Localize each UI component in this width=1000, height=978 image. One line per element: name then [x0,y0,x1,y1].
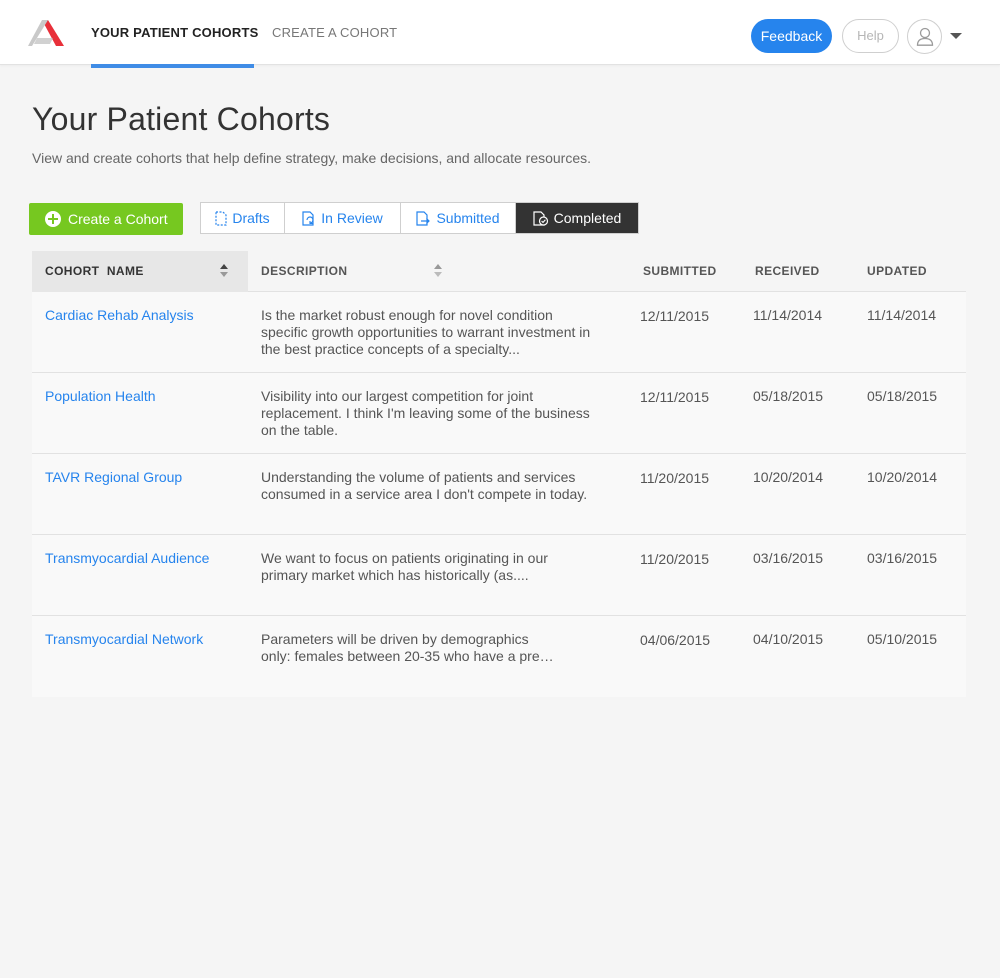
cohort-name-link[interactable]: TAVR Regional Group [45,469,182,485]
submitted-date: 12/11/2015 [640,389,710,405]
submitted-date: 11/20/2015 [640,551,710,567]
received-date: 03/16/2015 [753,550,824,566]
filter-drafts-button[interactable]: Drafts [201,203,285,233]
submitted-doc-icon [416,210,431,226]
filter-label: Drafts [232,210,270,226]
cohort-description: We want to focus on patients originating… [261,550,548,583]
table-row: Transmyocardial Audience We want to focu… [32,535,966,616]
feedback-button[interactable]: Feedback [751,19,832,53]
updated-date: 11/14/2014 [867,307,937,323]
column-header-updated: UPDATED [867,264,927,278]
completed-doc-icon [533,210,548,226]
plus-circle-icon [45,211,61,227]
filter-submitted-button[interactable]: Submitted [401,203,516,233]
filter-label: In Review [321,210,383,226]
cohort-name-link[interactable]: Population Health [45,388,156,404]
column-header-description[interactable]: DESCRIPTION [248,251,448,292]
filter-in-review-button[interactable]: In Review [285,203,401,233]
submitted-date: 04/06/2015 [640,632,711,648]
table-row: TAVR Regional Group Understanding the vo… [32,454,966,535]
column-label: DESCRIPTION [261,264,348,278]
filter-completed-button[interactable]: Completed [516,203,638,233]
brand-logo[interactable] [28,20,64,46]
create-cohort-button[interactable]: Create a Cohort [29,203,183,235]
filter-label: Completed [553,210,622,226]
updated-date: 05/18/2015 [867,388,938,404]
cohort-description: Understanding the volume of patients and… [261,469,588,502]
table-header: COHORT NAME DESCRIPTION SUBMITTED RECEIV… [32,251,966,292]
received-date: 10/20/2014 [753,469,824,485]
cohort-name-link[interactable]: Transmyocardial Audience [45,550,209,566]
submitted-date: 12/11/2015 [640,308,710,324]
create-cohort-label: Create a Cohort [68,211,168,227]
tab-create-a-cohort[interactable]: CREATE A COHORT [272,0,397,65]
table-row: Cardiac Rehab Analysis Is the market rob… [32,292,966,373]
table-row: Transmyocardial Network Parameters will … [32,616,966,697]
draft-doc-icon [215,210,227,226]
received-date: 04/10/2015 [753,631,824,647]
status-filter-group: Drafts In Review Submitted Completed [200,202,639,234]
user-icon [916,27,934,46]
received-date: 05/18/2015 [753,388,824,404]
help-button[interactable]: Help [842,19,899,53]
table-row: Population Health Visibility into our la… [32,373,966,454]
user-avatar[interactable] [907,19,942,54]
top-navigation-bar: YOUR PATIENT COHORTS CREATE A COHORT Fee… [0,0,1000,68]
column-label: COHORT NAME [45,264,144,278]
cohort-description: Parameters will be driven by demographic… [261,631,554,664]
cohort-name-link[interactable]: Cardiac Rehab Analysis [45,307,194,323]
column-header-submitted: SUBMITTED [643,264,717,278]
submitted-date: 11/20/2015 [640,470,710,486]
tab-label: YOUR PATIENT COHORTS [91,25,259,40]
cohort-description: Visibility into our largest competition … [261,388,590,438]
page-title: Your Patient Cohorts [32,101,331,137]
updated-date: 03/16/2015 [867,550,938,566]
sort-icon[interactable] [220,264,228,278]
tab-your-patient-cohorts[interactable]: YOUR PATIENT COHORTS [91,0,258,68]
page-subtitle: View and create cohorts that help define… [32,150,592,166]
received-date: 11/14/2014 [753,307,823,323]
tab-label: CREATE A COHORT [272,25,398,40]
cohort-name-link[interactable]: Transmyocardial Network [45,631,203,647]
column-header-cohort-name[interactable]: COHORT NAME [32,251,248,292]
column-header-received: RECEIVED [755,264,820,278]
cohorts-table: COHORT NAME DESCRIPTION SUBMITTED RECEIV… [32,251,966,697]
updated-date: 05/10/2015 [867,631,938,647]
cohort-description: Is the market robust enough for novel co… [261,307,591,357]
chevron-down-icon[interactable] [950,33,962,39]
updated-date: 10/20/2014 [867,469,938,485]
sort-icon[interactable] [434,264,442,278]
filter-label: Submitted [436,210,500,226]
review-doc-icon [302,210,314,226]
